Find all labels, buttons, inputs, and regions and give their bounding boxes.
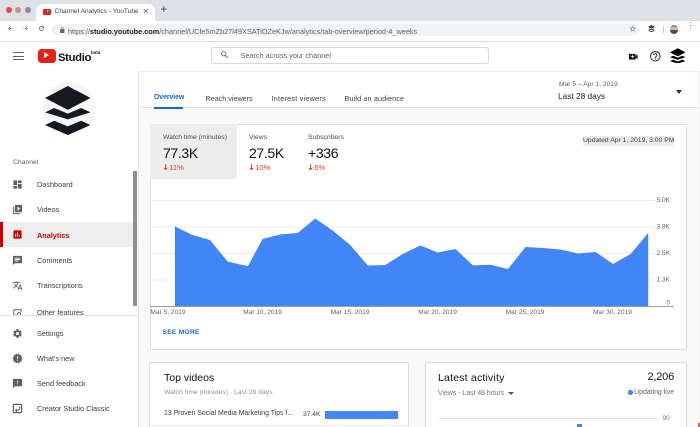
svg-text:2.5K: 2.5K [657,250,671,257]
svg-text:Mar 20, 2019: Mar 20, 2019 [418,309,457,316]
svg-text:1.3K: 1.3K [657,276,671,283]
svg-text:Mar 5, 2019: Mar 5, 2019 [150,309,186,316]
svg-text:5.0K: 5.0K [657,197,671,204]
svg-text:Mar 15, 2019: Mar 15, 2019 [331,309,370,316]
svg-text:Mar 25, 2019: Mar 25, 2019 [506,309,545,316]
svg-text:3.8K: 3.8K [657,223,671,230]
svg-text:0: 0 [666,299,670,306]
svg-text:Mar 10, 2019: Mar 10, 2019 [243,309,282,316]
svg-text:Mar 30, 2019: Mar 30, 2019 [593,309,632,316]
